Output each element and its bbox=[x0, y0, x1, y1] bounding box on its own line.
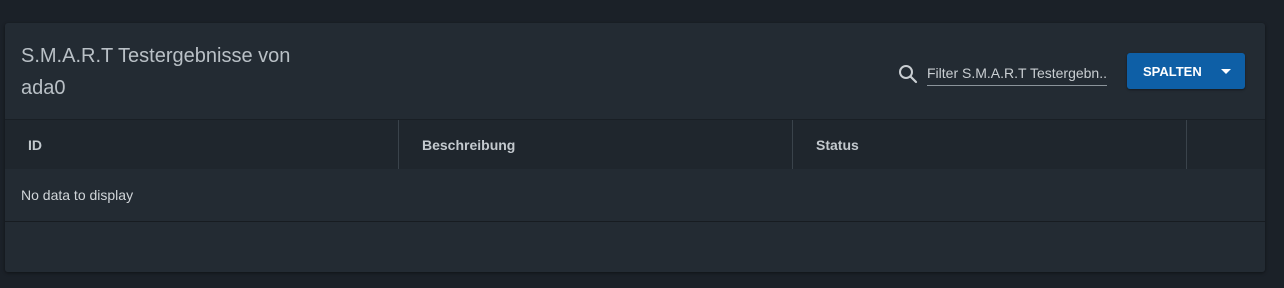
column-header-label: Status bbox=[816, 137, 859, 153]
columns-button-label: SPALTEN bbox=[1143, 64, 1202, 79]
empty-table-row: No data to display bbox=[5, 169, 1265, 222]
columns-button[interactable]: SPALTEN bbox=[1127, 53, 1245, 89]
smart-results-card: S.M.A.R.T Testergebnisse von ada0 SPALTE… bbox=[5, 23, 1265, 272]
caret-down-icon bbox=[1221, 69, 1231, 74]
card-title-line1: S.M.A.R.T Testergebnisse von bbox=[21, 45, 291, 67]
table-footer bbox=[5, 222, 1265, 272]
empty-message: No data to display bbox=[21, 187, 134, 203]
column-header-id[interactable]: ID bbox=[5, 120, 399, 169]
column-header-description[interactable]: Beschreibung bbox=[399, 120, 793, 169]
table-filter bbox=[897, 61, 1107, 87]
card-title-line2: ada0 bbox=[21, 77, 66, 99]
card-title: S.M.A.R.T Testergebnisse von ada0 bbox=[21, 40, 321, 104]
column-header-status[interactable]: Status bbox=[793, 120, 1187, 169]
filter-input[interactable] bbox=[927, 61, 1107, 86]
table-header-row: ID Beschreibung Status bbox=[5, 119, 1265, 170]
column-header-label: Beschreibung bbox=[422, 137, 516, 153]
search-icon bbox=[897, 63, 919, 85]
column-header-label: ID bbox=[28, 137, 42, 153]
